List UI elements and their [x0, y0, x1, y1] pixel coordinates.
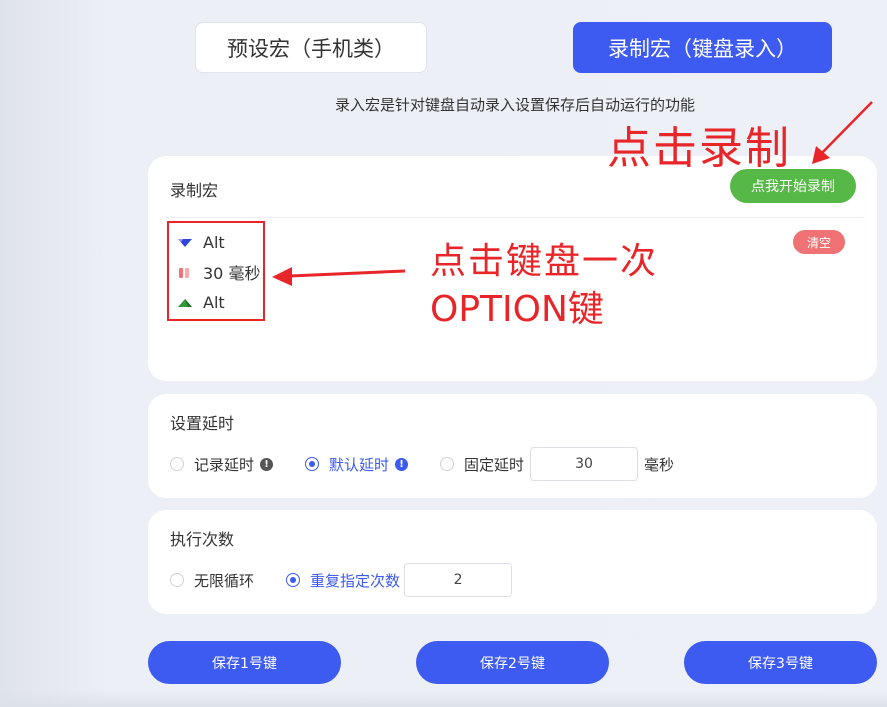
- radio-label: 记录延时: [194, 455, 255, 474]
- radio-circle[interactable]: [286, 573, 301, 587]
- key-down-icon: [177, 235, 193, 249]
- delay-card-title: 设置延时: [170, 414, 235, 433]
- tab-record-macro[interactable]: 录制宏（键盘录入）: [573, 22, 832, 73]
- radio-label: 重复指定次数: [310, 571, 401, 590]
- radio-record-delay[interactable]: 记录延时 !: [170, 454, 274, 475]
- save-key-3-button[interactable]: 保存3号键: [684, 641, 877, 684]
- macro-step[interactable]: 30 毫秒: [177, 261, 260, 283]
- radio-fixed-delay[interactable]: 固定延时: [440, 454, 524, 475]
- save-key-1-button[interactable]: 保存1号键: [148, 641, 341, 684]
- exec-options: 无限循环 重复指定次数: [170, 563, 513, 597]
- annotation-click-record: 点击录制: [607, 123, 791, 174]
- info-icon[interactable]: !: [395, 457, 409, 471]
- tab-preset-macro[interactable]: 预设宏（手机类）: [195, 22, 427, 73]
- save-key-2-button[interactable]: 保存2号键: [416, 641, 609, 684]
- macro-step[interactable]: Alt: [177, 291, 225, 313]
- radio-circle[interactable]: [170, 573, 184, 587]
- annotation-click-key-line2: OPTION键: [430, 289, 604, 330]
- radio-label: 固定延时: [464, 455, 525, 474]
- radio-default-delay[interactable]: 默认延时 !: [305, 454, 409, 475]
- fixed-delay-input[interactable]: [530, 447, 639, 481]
- delay-unit-label: 毫秒: [644, 455, 675, 474]
- info-icon[interactable]: !: [260, 457, 274, 471]
- macro-step-list: Alt 30 毫秒 Alt: [167, 221, 265, 321]
- key-up-icon: [177, 295, 193, 309]
- divider: [166, 217, 863, 218]
- record-card-title: 录制宏: [170, 181, 219, 200]
- exec-count-card: 执行次数 无限循环 重复指定次数: [148, 510, 877, 614]
- macro-step-label: Alt: [203, 292, 225, 312]
- repeat-count-input[interactable]: [404, 563, 513, 597]
- macro-step-label: Alt: [203, 232, 225, 252]
- radio-circle[interactable]: [440, 457, 455, 471]
- exec-card-title: 执行次数: [170, 530, 235, 549]
- delay-options: 记录延时 ! 默认延时 ! 固定延时 毫秒: [170, 446, 674, 482]
- bottom-shadow: [0, 690, 887, 707]
- delay-icon: [177, 265, 193, 279]
- radio-repeat-count[interactable]: 重复指定次数: [286, 570, 400, 591]
- delay-settings-card: 设置延时 记录延时 ! 默认延时 ! 固定延时 毫秒: [148, 394, 877, 498]
- radio-circle[interactable]: [305, 457, 320, 471]
- radio-label: 默认延时: [329, 455, 390, 474]
- macro-step[interactable]: Alt: [177, 231, 225, 253]
- radio-infinite-loop[interactable]: 无限循环: [170, 570, 254, 591]
- annotation-click-key-line1: 点击键盘一次: [430, 241, 659, 282]
- radio-label: 无限循环: [194, 571, 255, 590]
- macro-step-label: 30 毫秒: [203, 264, 261, 283]
- radio-circle[interactable]: [170, 457, 184, 471]
- clear-button[interactable]: 清空: [793, 230, 845, 254]
